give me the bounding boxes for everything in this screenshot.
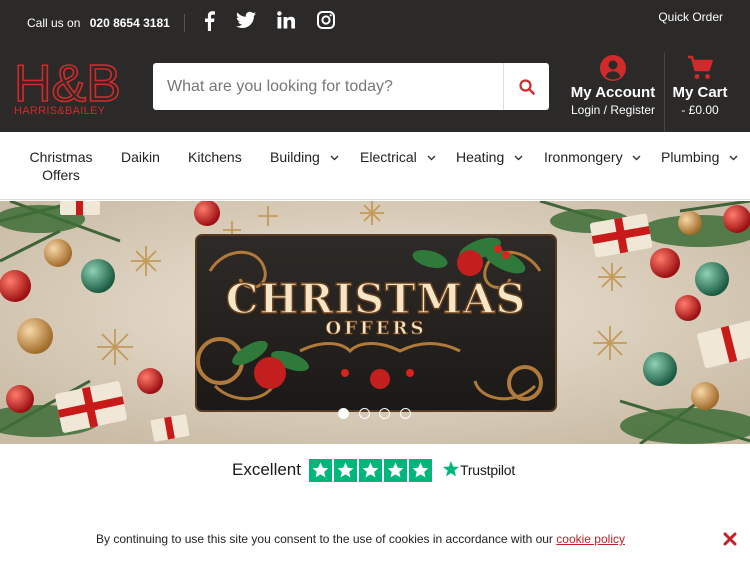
chevron-down-icon bbox=[632, 155, 641, 161]
nav-label: Electrical bbox=[360, 149, 417, 165]
site-header: H&B HARRIS&BAILEY My Account Login / Reg… bbox=[0, 52, 750, 132]
call-label: Call us on bbox=[27, 16, 81, 30]
cookie-notice: By continuing to use this site you conse… bbox=[0, 522, 750, 563]
chevron-down-icon bbox=[427, 155, 436, 161]
account-title: My Account bbox=[570, 84, 656, 101]
chevron-down-icon bbox=[330, 155, 339, 161]
account-subtitle: Login / Register bbox=[570, 103, 656, 117]
nav-label: Christmas Offers bbox=[29, 149, 93, 183]
nav-label: Heating bbox=[456, 149, 505, 165]
carousel-dot-1[interactable] bbox=[338, 408, 349, 419]
nav-item-building[interactable]: Building bbox=[270, 149, 339, 165]
header-divider bbox=[664, 52, 665, 132]
trustpilot-stars bbox=[309, 459, 432, 487]
chevron-down-icon bbox=[729, 155, 738, 161]
cookie-message: By continuing to use this site you conse… bbox=[96, 532, 553, 546]
nav-item-electrical[interactable]: Electrical bbox=[360, 149, 436, 165]
brand-tagline: HARRIS&BAILEY bbox=[14, 105, 106, 117]
cart-icon bbox=[688, 55, 713, 79]
chevron-down-icon bbox=[514, 155, 523, 161]
linkedin-icon[interactable] bbox=[277, 11, 299, 33]
close-icon[interactable] bbox=[723, 532, 737, 546]
my-cart-button[interactable]: My Cart - £0.00 bbox=[668, 54, 732, 124]
main-nav: Christmas Offers Daikin Kitchens Buildin… bbox=[0, 132, 750, 200]
banner-subheadline: OFFERS bbox=[326, 318, 427, 339]
divider bbox=[184, 14, 185, 32]
nav-item-kitchens[interactable]: Kitchens bbox=[188, 149, 242, 165]
trustpilot-rating-label: Excellent bbox=[232, 460, 301, 479]
instagram-icon[interactable] bbox=[317, 11, 339, 33]
cookie-policy-link[interactable]: cookie policy bbox=[556, 532, 625, 546]
search-bar bbox=[153, 63, 549, 110]
banner-headline: CHRISTMAS bbox=[226, 275, 527, 323]
svg-text:H&B: H&B bbox=[14, 55, 121, 107]
cookie-text: By continuing to use this site you conse… bbox=[96, 532, 625, 546]
trustpilot-star-icon bbox=[443, 461, 459, 477]
nav-label: Plumbing bbox=[661, 149, 720, 165]
facebook-icon[interactable] bbox=[202, 11, 224, 33]
nav-item-christmas-offers[interactable]: Christmas Offers bbox=[22, 148, 100, 184]
trustpilot-brand-name: Trustpilot bbox=[460, 462, 516, 478]
nav-label: Daikin bbox=[121, 149, 160, 165]
nav-item-plumbing[interactable]: Plumbing bbox=[661, 149, 738, 165]
search-button[interactable] bbox=[504, 63, 549, 110]
carousel-dot-4[interactable] bbox=[400, 408, 411, 419]
twitter-icon[interactable] bbox=[236, 11, 258, 33]
nav-item-daikin[interactable]: Daikin bbox=[121, 149, 160, 165]
nav-item-ironmongery[interactable]: Ironmongery bbox=[544, 149, 641, 165]
carousel-dot-3[interactable] bbox=[379, 408, 390, 419]
carousel-dots bbox=[338, 408, 418, 420]
search-icon bbox=[518, 78, 535, 95]
nav-label: Kitchens bbox=[188, 149, 242, 165]
hero-banner[interactable]: CHRISTMAS OFFERS bbox=[0, 201, 750, 444]
my-account-button[interactable]: My Account Login / Register bbox=[565, 54, 661, 124]
nav-label: Ironmongery bbox=[544, 149, 623, 165]
user-icon bbox=[600, 55, 626, 81]
quick-order-link[interactable]: Quick Order bbox=[658, 10, 723, 24]
top-bar: Call us on 020 8654 3181 Quick Order bbox=[0, 0, 750, 52]
nav-label: Building bbox=[270, 149, 320, 165]
trustpilot-widget[interactable]: Excellent Trustpilot bbox=[0, 444, 750, 504]
nav-item-heating[interactable]: Heating bbox=[456, 149, 523, 165]
search-input[interactable] bbox=[153, 63, 503, 110]
carousel-dot-2[interactable] bbox=[359, 408, 370, 419]
cart-subtitle: - £0.00 bbox=[681, 103, 719, 117]
trustpilot-logo: Trustpilot bbox=[443, 461, 515, 478]
call-us: Call us on 020 8654 3181 bbox=[27, 16, 170, 30]
phone-number[interactable]: 020 8654 3181 bbox=[90, 16, 170, 30]
cart-title: My Cart bbox=[672, 84, 728, 101]
